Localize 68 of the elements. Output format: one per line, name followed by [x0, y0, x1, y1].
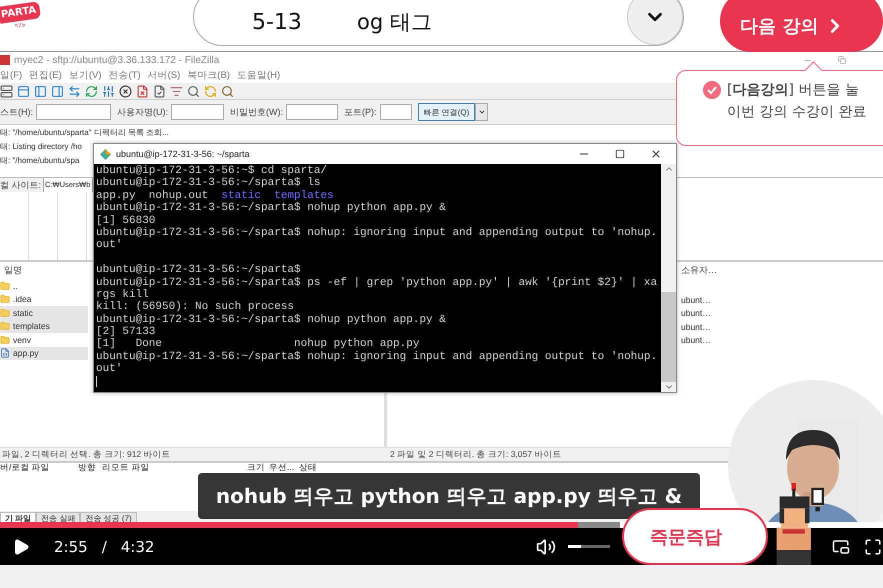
queue-tab[interactable]: 전송 실패: [36, 512, 80, 522]
menu-item[interactable]: 일(F): [0, 69, 22, 82]
menu-item[interactable]: 서버(S): [148, 69, 180, 82]
column-header[interactable]: 버/로컬 파일: [0, 463, 78, 472]
terminal-line: [1] Done nohup python app.py: [96, 338, 420, 351]
owner-cell-text: ubunt…: [680, 334, 712, 347]
terminal-line: ubuntu@ip-172-31-3-56:~/sparta$ nohup python app.py &: [96, 314, 447, 326]
status-text: 2 파일 및 2 디렉터리. 총 크기: 3,057 바이트: [390, 448, 562, 460]
column-header[interactable]: 방향: [78, 463, 102, 472]
next-lesson-button[interactable]: 다음 강의: [720, 0, 883, 52]
current-time: 2:55: [54, 538, 88, 556]
file-row[interactable]: .idea: [0, 292, 88, 306]
column-header[interactable]: 크기: [247, 463, 269, 472]
terminal-line: [2] 57133: [96, 326, 156, 338]
terminal-line: ubuntu@ip-172-31-3-56:~/sparta$ ls: [96, 177, 322, 190]
terminal-line: kill: (56950): No such process: [96, 301, 296, 314]
queue-tab[interactable]: 기 파일: [0, 512, 36, 522]
column-header[interactable]: 우선...: [269, 463, 299, 472]
terminal-line: ubuntu@ip-172-31-3-56:~$ cd sparta/: [96, 165, 328, 177]
terminal-line: ubuntu@ip-172-31-3-56:~/sparta$ ps -ef | grep 'python app.py' | awk '{print $2}' | xa: [96, 276, 658, 289]
duration: 4:32: [120, 538, 154, 556]
field-label: 사용자명(U):: [117, 106, 168, 118]
file-row[interactable]: ..: [0, 279, 88, 292]
column-header[interactable]: 상태: [299, 463, 339, 472]
tooltip-text: 이번 강의 수강이 완료: [727, 103, 868, 121]
terminal-line: out': [96, 239, 124, 252]
logo[interactable]: PARTA: [0, 1, 42, 24]
file-row[interactable]: app.py: [0, 346, 88, 360]
log-line: 태: "/home/ubuntu/spa: [0, 155, 80, 166]
tooltip-text: [다음강의] 버튼을 눌: [727, 81, 859, 99]
status-text: 파일, 2 디렉터리 선택. 총 크기: 912 바이트: [2, 448, 172, 460]
owner-cell-text: ubunt…: [680, 320, 712, 334]
terminal-line: app.py nohup.out static templates: [96, 190, 335, 202]
subtitle-caption: nohub 띄우고 python 띄우고 app.py 띄우고 &: [198, 473, 700, 519]
menu-item[interactable]: 북마크(B): [187, 69, 230, 82]
window-title: myec2 - sftp://ubuntu@3.36.133.172 - FileZilla: [14, 54, 220, 66]
terminal-title: ubuntu@ip-172-31-3-56: ~/sparta: [116, 149, 250, 159]
field-label: 비밀번호(W):: [230, 106, 283, 118]
terminal-line: ubuntu@ip-172-31-3-56:~/sparta$ nohup python app.py &: [96, 202, 447, 215]
owner-cell-text: ubunt…: [680, 294, 712, 306]
field-label: 컬 사이트:: [0, 178, 42, 192]
terminal-line: ubuntu@ip-172-31-3-56:~/sparta$: [96, 264, 302, 277]
field-label: 스트(H):: [0, 106, 33, 118]
menu-item[interactable]: 도움말(H): [236, 69, 280, 82]
lesson-number: 5-13: [252, 10, 303, 34]
field-label: 포트(P):: [344, 106, 376, 118]
time-separator: /: [102, 538, 107, 556]
column-header[interactable]: 일명: [0, 262, 26, 279]
log-line: 태: Listing directory /ho: [0, 141, 82, 152]
file-row[interactable]: templates: [0, 320, 88, 333]
qa-button[interactable]: 즉문즉답: [622, 508, 768, 565]
owner-cell-text: ubunt…: [680, 307, 712, 320]
lesson-title: og 태그: [357, 9, 433, 36]
queue-tab[interactable]: 전송 성공 (7): [80, 512, 137, 522]
terminal-line: ubuntu@ip-172-31-3-56:~/sparta$ nohup: ignoring input and appending output to 'nohup.: [96, 226, 658, 239]
menu-item[interactable]: 전송(T): [108, 69, 141, 82]
log-line: 태: "/home/ubuntu/sparta" 디렉터리 목록 조회...: [0, 127, 169, 138]
file-row[interactable]: static: [0, 306, 88, 320]
column-header[interactable]: 리모트 파일: [102, 463, 247, 472]
quickconnect-button[interactable]: 빠른 연결(Q): [418, 103, 476, 121]
column-header[interactable]: 소유자…: [677, 262, 721, 279]
menu-item[interactable]: 보기(V): [68, 69, 102, 82]
terminal-line: out': [96, 363, 124, 376]
terminal-line: ubuntu@ip-172-31-3-56:~/sparta$ nohup: ignoring input and appending output to 'nohup.: [96, 350, 658, 363]
terminal-line: rgs kill: [96, 288, 150, 301]
file-row[interactable]: venv: [0, 333, 88, 346]
terminal-line: [1] 56830: [96, 214, 156, 227]
menu-item[interactable]: 편집(E): [29, 69, 62, 82]
